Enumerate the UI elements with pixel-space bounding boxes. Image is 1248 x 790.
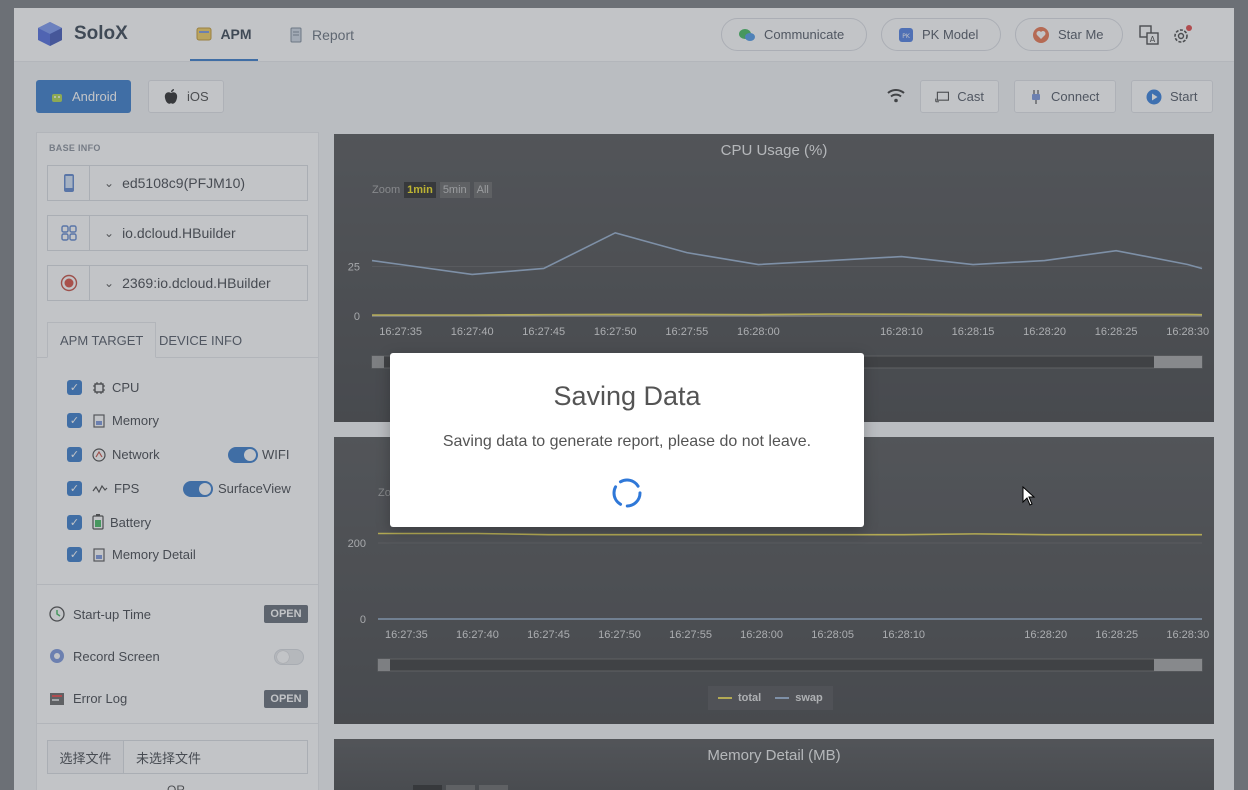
dialog-title: Saving Data — [553, 381, 701, 411]
saving-dialog: Saving Data Saving data to generate repo… — [390, 353, 864, 527]
mouse-cursor-icon — [1022, 486, 1036, 506]
dialog-message: Saving data to generate report, please d… — [442, 433, 812, 450]
loading-spinner-icon — [612, 478, 642, 508]
